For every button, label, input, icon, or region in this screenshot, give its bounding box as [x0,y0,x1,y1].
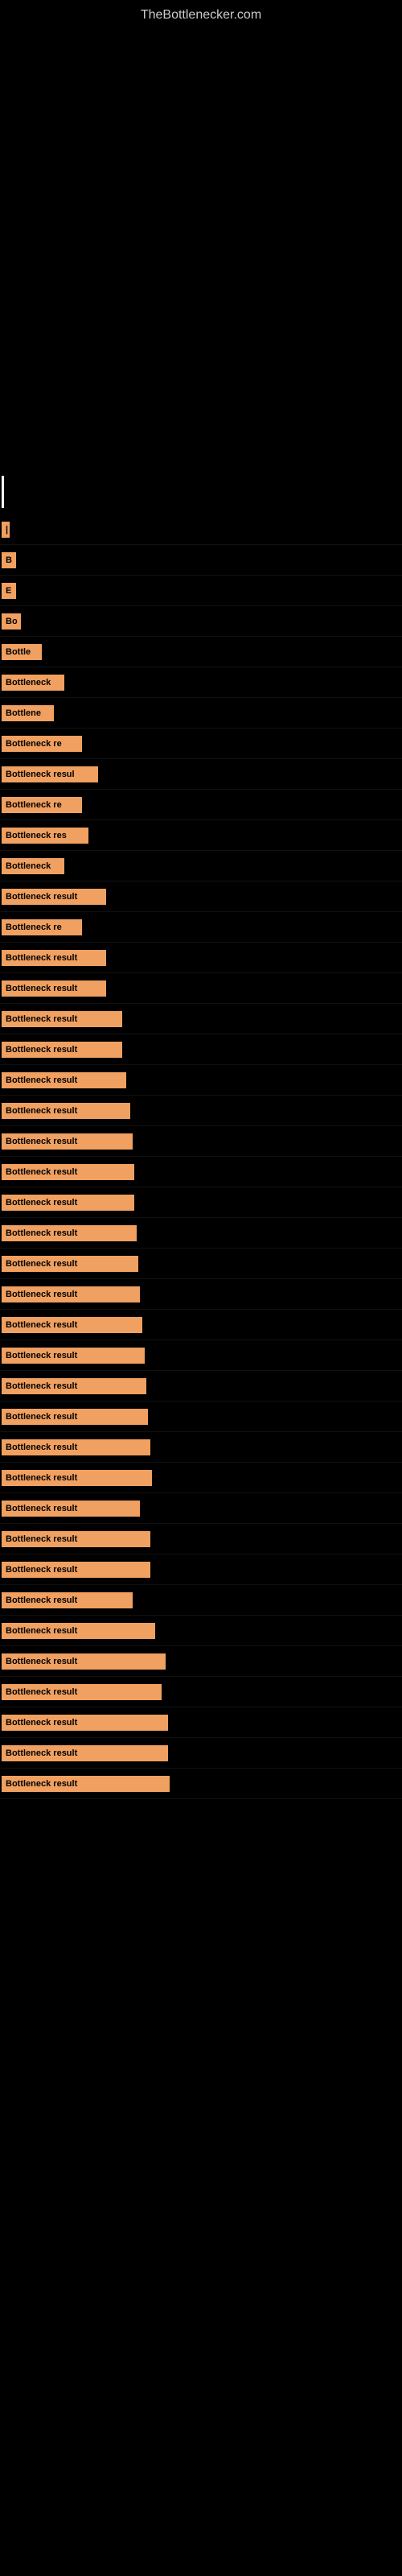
result-label-41: Bottleneck result [2,1745,168,1761]
result-row-35: Bottleneck result [0,1554,402,1585]
result-row-1: | [0,514,402,545]
result-label-6: Bottleneck [2,675,64,691]
result-label-14: Bottleneck re [2,919,82,935]
result-label-38: Bottleneck result [2,1653,166,1670]
result-row-5: Bottle [0,637,402,667]
main-chart [0,27,402,469]
result-label-27: Bottleneck result [2,1317,142,1333]
result-row-10: Bottleneck re [0,790,402,820]
result-row-15: Bottleneck result [0,943,402,973]
result-label-34: Bottleneck result [2,1531,150,1547]
result-row-9: Bottleneck resul [0,759,402,790]
result-label-28: Bottleneck result [2,1348,145,1364]
result-row-11: Bottleneck res [0,820,402,851]
result-row-16: Bottleneck result [0,973,402,1004]
result-label-25: Bottleneck result [2,1256,138,1272]
result-row-7: Bottlene [0,698,402,729]
result-label-16: Bottleneck result [2,980,106,997]
result-row-8: Bottleneck re [0,729,402,759]
result-label-1: | [2,522,10,538]
result-label-23: Bottleneck result [2,1195,134,1211]
result-label-24: Bottleneck result [2,1225,137,1241]
result-label-13: Bottleneck result [2,889,106,905]
result-row-24: Bottleneck result [0,1218,402,1249]
result-row-18: Bottleneck result [0,1034,402,1065]
result-label-30: Bottleneck result [2,1409,148,1425]
result-label-26: Bottleneck result [2,1286,140,1302]
result-row-4: Bo [0,606,402,637]
result-row-37: Bottleneck result [0,1616,402,1646]
result-label-3: E [2,583,16,599]
result-label-29: Bottleneck result [2,1378,146,1394]
result-row-21: Bottleneck result [0,1126,402,1157]
result-label-35: Bottleneck result [2,1562,150,1578]
cursor-indicator [2,476,4,508]
result-row-27: Bottleneck result [0,1310,402,1340]
result-label-31: Bottleneck result [2,1439,150,1455]
result-label-40: Bottleneck result [2,1715,168,1731]
result-row-32: Bottleneck result [0,1463,402,1493]
result-row-36: Bottleneck result [0,1585,402,1616]
result-row-31: Bottleneck result [0,1432,402,1463]
result-label-11: Bottleneck res [2,828,88,844]
results-list: | BE Bo Bottle Bottleneck Bottlene Bottleneck … [0,514,402,1799]
result-row-19: Bottleneck result [0,1065,402,1096]
result-label-9: Bottleneck resul [2,766,98,782]
result-row-25: Bottleneck result [0,1249,402,1279]
result-row-3: E [0,576,402,606]
result-row-41: Bottleneck result [0,1738,402,1769]
result-label-19: Bottleneck result [2,1072,126,1088]
result-label-12: Bottleneck [2,858,64,874]
result-row-42: Bottleneck result [0,1769,402,1799]
result-row-34: Bottleneck result [0,1524,402,1554]
result-row-40: Bottleneck result [0,1707,402,1738]
result-label-32: Bottleneck result [2,1470,152,1486]
result-label-10: Bottleneck re [2,797,82,813]
result-label-7: Bottlene [2,705,54,721]
result-row-26: Bottleneck result [0,1279,402,1310]
result-row-6: Bottleneck [0,667,402,698]
result-row-29: Bottleneck result [0,1371,402,1402]
result-row-33: Bottleneck result [0,1493,402,1524]
result-row-23: Bottleneck result [0,1187,402,1218]
result-row-2: B [0,545,402,576]
site-header: TheBottlenecker.com [0,0,402,27]
result-label-37: Bottleneck result [2,1623,155,1639]
result-row-20: Bottleneck result [0,1096,402,1126]
result-label-21: Bottleneck result [2,1133,133,1150]
results-area: | BE Bo Bottle Bottleneck Bottlene Bottleneck … [0,476,402,1799]
result-row-30: Bottleneck result [0,1402,402,1432]
result-label-15: Bottleneck result [2,950,106,966]
result-row-22: Bottleneck result [0,1157,402,1187]
result-label-5: Bottle [2,644,42,660]
result-label-42: Bottleneck result [2,1776,170,1792]
site-title: TheBottlenecker.com [0,0,402,27]
result-label-20: Bottleneck result [2,1103,130,1119]
result-label-36: Bottleneck result [2,1592,133,1608]
result-row-12: Bottleneck [0,851,402,881]
result-label-33: Bottleneck result [2,1501,140,1517]
result-row-17: Bottleneck result [0,1004,402,1034]
result-label-18: Bottleneck result [2,1042,122,1058]
result-row-14: Bottleneck re [0,912,402,943]
result-label-4: Bo [2,613,21,630]
result-row-38: Bottleneck result [0,1646,402,1677]
result-label-39: Bottleneck result [2,1684,162,1700]
result-label-2: B [2,552,16,568]
result-row-28: Bottleneck result [0,1340,402,1371]
result-label-8: Bottleneck re [2,736,82,752]
result-row-13: Bottleneck result [0,881,402,912]
result-label-17: Bottleneck result [2,1011,122,1027]
result-label-22: Bottleneck result [2,1164,134,1180]
result-row-39: Bottleneck result [0,1677,402,1707]
